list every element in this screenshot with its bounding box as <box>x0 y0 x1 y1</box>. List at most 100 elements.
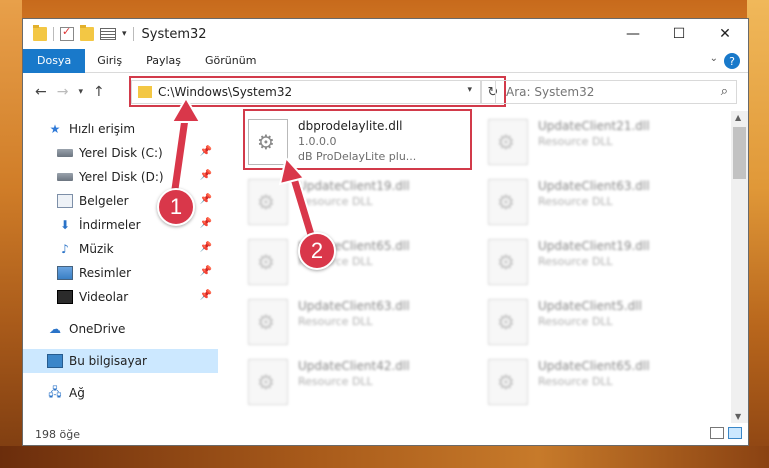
dll-file-icon <box>248 179 288 225</box>
sidebar-item-label: Yerel Disk (C:) <box>79 146 163 160</box>
customize-icon[interactable] <box>100 28 116 40</box>
up-arrow-icon[interactable]: ↑ <box>93 84 105 100</box>
tab-paylas[interactable]: Paylaş <box>134 49 193 73</box>
computer-icon <box>47 354 63 368</box>
file-explorer-window: ▾ System32 — ☐ ✕ Dosya Giriş Paylaş Görü… <box>22 18 749 446</box>
navigation-buttons: ← → ▾ ↑ <box>23 84 129 100</box>
file-name: UpdateClient19.dll <box>298 179 410 193</box>
sidebar-item-label: Bu bilgisayar <box>69 354 147 368</box>
file-version: 1.0.0.0 <box>298 135 337 148</box>
file-name: UpdateClient42.dll <box>298 359 410 373</box>
details-view-icon[interactable] <box>710 427 724 439</box>
maximize-button[interactable]: ☐ <box>656 19 702 49</box>
pin-icon[interactable]: 📌 <box>200 170 212 181</box>
pin-icon[interactable]: 📌 <box>200 194 212 205</box>
sidebar-item-label: Resimler <box>79 266 132 280</box>
pin-icon[interactable]: 📌 <box>200 146 212 157</box>
file-name: UpdateClient65.dll <box>538 359 650 373</box>
file-item[interactable]: UpdateClient42.dll Resource DLL <box>242 355 472 411</box>
quick-access-toolbar: ▾ <box>23 25 134 41</box>
properties-check-icon[interactable] <box>60 25 74 41</box>
file-description: Resource DLL <box>538 315 613 328</box>
file-item[interactable]: UpdateClient21.dll Resource DLL <box>482 115 712 171</box>
music-icon: ♪ <box>61 242 69 256</box>
sidebar-item-network[interactable]: 🖧 Ağ <box>23 381 218 405</box>
help-icon[interactable]: ? <box>724 53 740 69</box>
tab-dosya[interactable]: Dosya <box>23 48 86 73</box>
vertical-scrollbar[interactable]: ▲ ▼ <box>731 111 748 423</box>
file-item[interactable]: UpdateClient63.dll Resource DLL <box>242 295 472 351</box>
ribbon-expand-icon[interactable]: ⌄ <box>710 53 718 64</box>
address-path[interactable]: C:\Windows\System32 <box>158 85 292 99</box>
sidebar-item-label: Belgeler <box>79 194 129 208</box>
search-input[interactable] <box>506 85 706 99</box>
documents-icon <box>57 194 73 208</box>
sidebar-item-music[interactable]: ♪ Müzik 📌 <box>23 237 218 261</box>
file-item[interactable]: UpdateClient5.dll Resource DLL <box>482 295 712 351</box>
sidebar-item-pictures[interactable]: Resimler 📌 <box>23 261 218 285</box>
file-name: UpdateClient63.dll <box>298 299 410 313</box>
file-description: dB ProDelayLite plu... <box>298 150 417 163</box>
minimize-button[interactable]: — <box>610 19 656 49</box>
pictures-icon <box>57 266 73 280</box>
navigation-bar: ← → ▾ ↑ C:\Windows\System32 ▾ ↻ ⌕ <box>23 73 748 111</box>
address-bar[interactable]: C:\Windows\System32 ▾ <box>131 80 481 104</box>
scroll-up-icon[interactable]: ▲ <box>735 113 741 122</box>
file-name: UpdateClient19.dll <box>538 239 650 253</box>
file-description: Resource DLL <box>298 375 373 388</box>
pin-icon[interactable]: 📌 <box>200 290 212 301</box>
search-box[interactable]: ⌕ <box>495 80 737 104</box>
window-title: System32 <box>141 26 207 42</box>
file-description: Resource DLL <box>538 255 613 268</box>
file-item[interactable]: UpdateClient65.dllResource DLL <box>242 235 472 291</box>
network-icon: 🖧 <box>48 384 62 399</box>
tiles-view-icon[interactable] <box>728 427 742 439</box>
separator <box>132 27 134 41</box>
sidebar-item-label: Hızlı erişim <box>69 122 136 136</box>
cloud-icon: ☁ <box>49 322 61 336</box>
ribbon-tabs: Dosya Giriş Paylaş Görünüm ⌄ ? <box>23 48 748 73</box>
sidebar-item-local-disk-c[interactable]: Yerel Disk (C:) 📌 <box>23 141 218 165</box>
view-toggle <box>710 427 742 439</box>
quick-access-dropdown-icon[interactable]: ▾ <box>122 29 127 39</box>
search-icon[interactable]: ⌕ <box>721 84 728 99</box>
sidebar-item-local-disk-d[interactable]: Yerel Disk (D:) 📌 <box>23 165 218 189</box>
scroll-down-icon[interactable]: ▼ <box>735 412 741 421</box>
sidebar-item-label: Ağ <box>69 386 85 400</box>
sidebar-item-this-pc[interactable]: Bu bilgisayar <box>23 349 218 373</box>
sidebar-item-label: Videolar <box>79 290 129 304</box>
back-arrow-icon[interactable]: ← <box>35 84 47 100</box>
callout-step-2: 2 <box>298 232 336 270</box>
drive-icon <box>57 149 73 157</box>
file-item[interactable]: UpdateClient19.dll Resource DLL <box>242 175 472 231</box>
address-dropdown-icon[interactable]: ▾ <box>467 85 472 95</box>
pin-icon[interactable]: 📌 <box>200 266 212 277</box>
dll-file-icon <box>488 179 528 225</box>
new-folder-icon[interactable] <box>80 25 94 41</box>
close-button[interactable]: ✕ <box>702 19 748 49</box>
dll-file-icon <box>248 239 288 285</box>
sidebar-item-videos[interactable]: Videolar 📌 <box>23 285 218 309</box>
dll-file-icon <box>248 299 288 345</box>
tab-giris[interactable]: Giriş <box>85 49 134 73</box>
forward-arrow-icon[interactable]: → <box>57 84 69 100</box>
folder-icon <box>138 86 152 98</box>
videos-icon <box>57 290 73 304</box>
file-description: Resource DLL <box>298 195 373 208</box>
explorer-body: ★ Hızlı erişim Yerel Disk (C:) 📌 Yerel D… <box>23 109 748 423</box>
file-description: Resource DLL <box>298 315 373 328</box>
file-item[interactable]: UpdateClient63.dll Resource DLL <box>482 175 712 231</box>
item-count: 198 öğe <box>35 427 80 441</box>
pin-icon[interactable]: 📌 <box>200 242 212 253</box>
file-item[interactable]: UpdateClient65.dllResource DLL <box>482 355 712 411</box>
download-icon: ⬇ <box>59 218 71 232</box>
file-item[interactable]: UpdateClient19.dll Resource DLL <box>482 235 712 291</box>
file-item[interactable]: dbprodelaylite.dll 1.0.0.0 dB ProDelayLi… <box>242 115 472 171</box>
recent-locations-icon[interactable]: ▾ <box>78 87 83 97</box>
scrollbar-thumb[interactable] <box>733 127 746 179</box>
callout-step-1: 1 <box>157 188 195 226</box>
sidebar-item-quick-access[interactable]: ★ Hızlı erişim <box>23 117 218 141</box>
sidebar-item-onedrive[interactable]: ☁ OneDrive <box>23 317 218 341</box>
tab-gorunum[interactable]: Görünüm <box>193 49 268 73</box>
pin-icon[interactable]: 📌 <box>200 218 212 229</box>
